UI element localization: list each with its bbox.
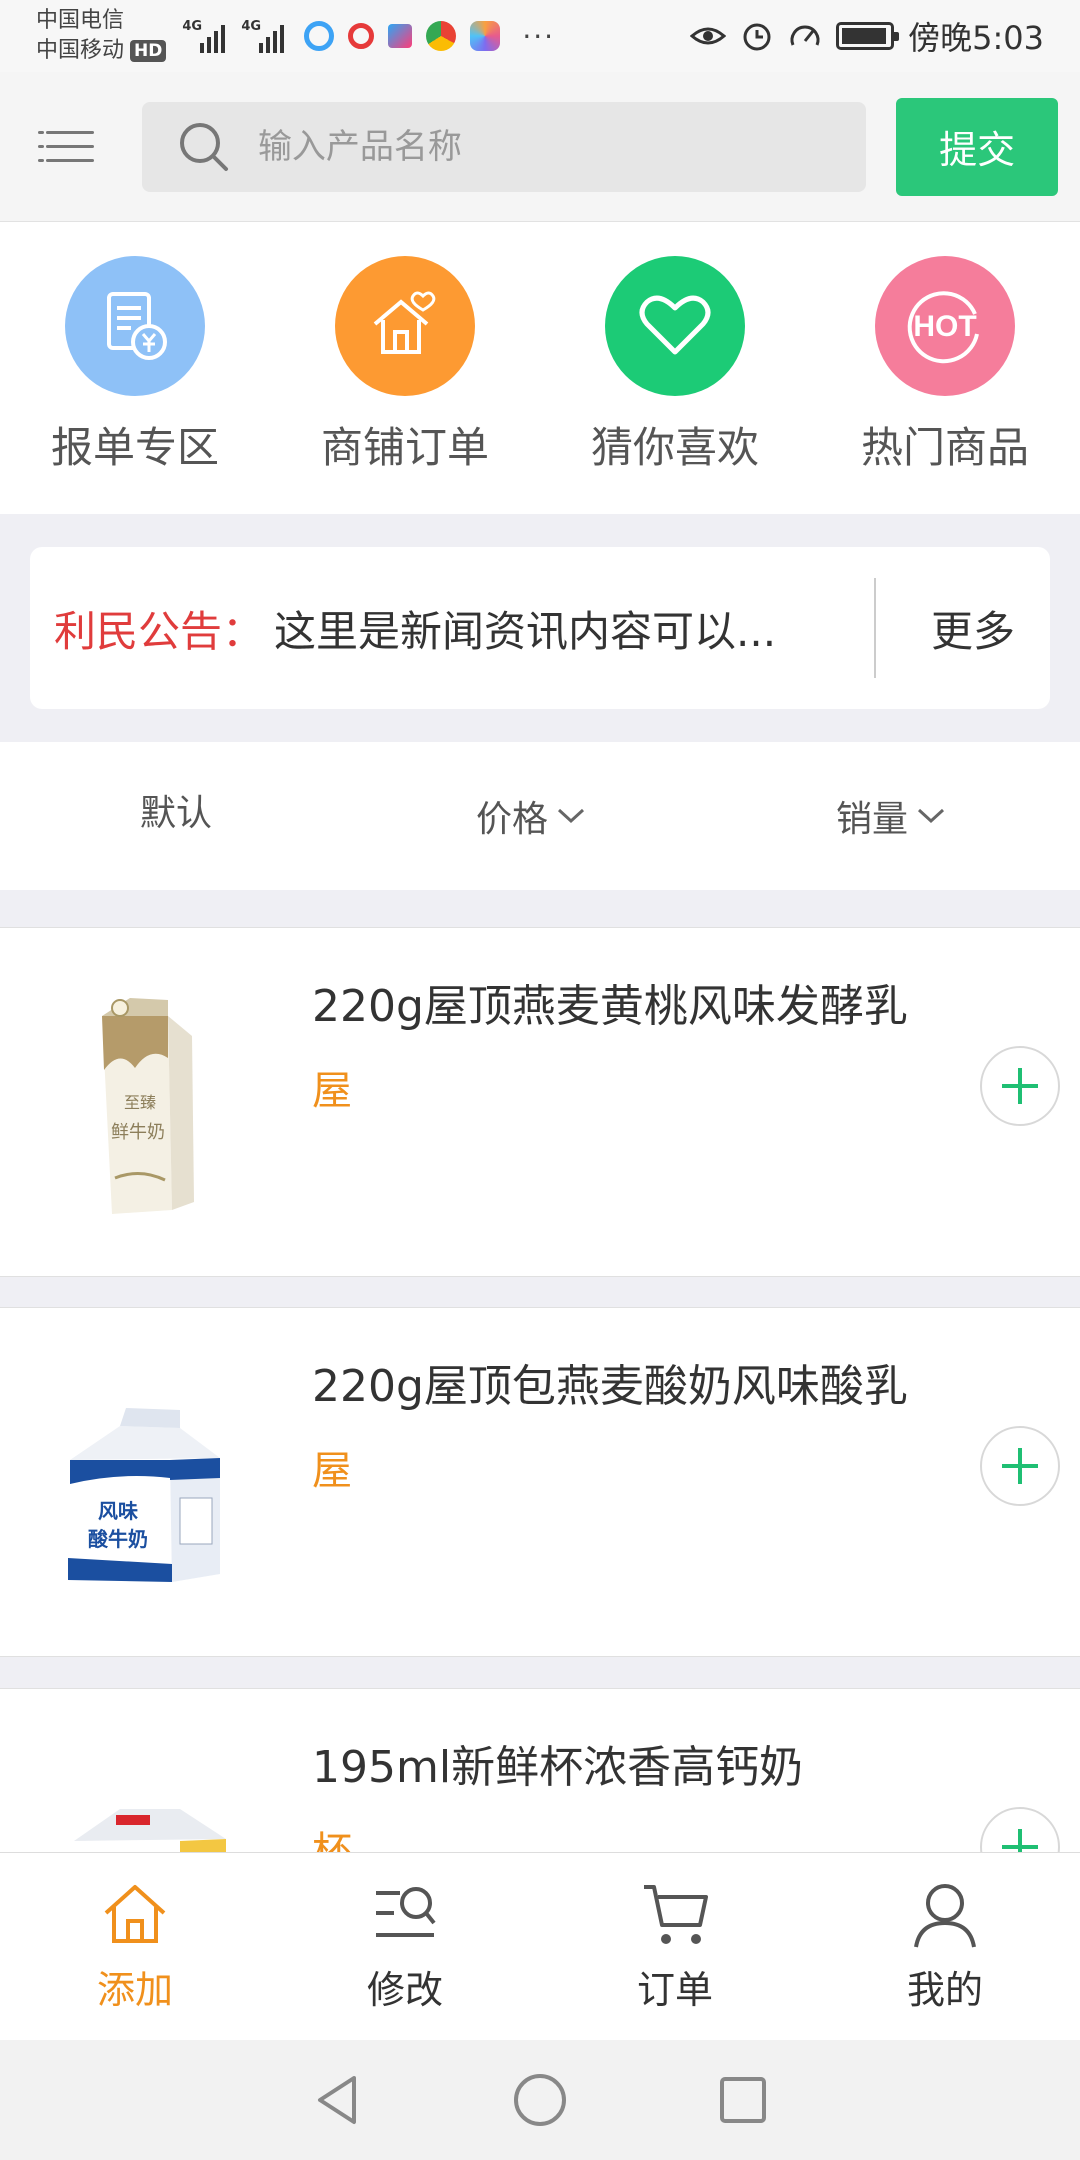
product-unit: 屋 bbox=[312, 1068, 352, 1114]
hot-icon: HOT bbox=[875, 256, 1015, 396]
status-bar: 中国电信 中国移动 HD 4G 4G ··· 傍晚5:03 bbox=[0, 0, 1080, 72]
weibo-icon bbox=[348, 23, 375, 49]
sort-default-label: 默认 bbox=[140, 793, 213, 834]
category-label: 商铺订单 bbox=[320, 423, 489, 472]
tab-mine[interactable]: 我的 bbox=[810, 1853, 1080, 2040]
tab-label: 我的 bbox=[906, 1968, 983, 2012]
chevron-down-icon bbox=[918, 808, 945, 824]
house-heart-icon bbox=[335, 256, 475, 396]
home-nav-icon[interactable] bbox=[512, 2072, 568, 2128]
recents-icon[interactable] bbox=[718, 2075, 768, 2125]
announcement-text[interactable]: 这里是新闻资讯内容可以... bbox=[274, 598, 834, 659]
hd-badge: HD bbox=[130, 40, 167, 62]
plus-icon bbox=[1002, 1068, 1038, 1104]
category-hot-products[interactable]: HOT 热门商品 bbox=[835, 256, 1055, 514]
svg-text:风味: 风味 bbox=[98, 1499, 138, 1523]
tab-label: 添加 bbox=[96, 1968, 173, 2012]
search-box[interactable] bbox=[141, 101, 867, 192]
announcement-bar[interactable]: 利民公告： 这里是新闻资讯内容可以... 更多 bbox=[30, 547, 1050, 709]
tab-orders[interactable]: 订单 bbox=[540, 1853, 810, 2040]
eye-icon bbox=[690, 27, 727, 45]
tab-edit[interactable]: 修改 bbox=[270, 1853, 540, 2040]
photos-icon bbox=[470, 21, 501, 51]
search-icon bbox=[179, 122, 228, 171]
cart-icon bbox=[644, 1885, 708, 1944]
product-name: 195ml新鲜杯浓香高钙奶 bbox=[312, 1742, 804, 1793]
tab-label: 修改 bbox=[366, 1968, 443, 2012]
category-shop-orders[interactable]: 商铺订单 bbox=[295, 256, 515, 514]
category-order-zone[interactable]: 报单专区 bbox=[25, 256, 245, 514]
sort-default[interactable]: 默认 bbox=[140, 784, 212, 836]
bottom-tab-bar: 添加 修改 订单 我的 bbox=[0, 1852, 1080, 2040]
more-link[interactable]: 更多 bbox=[931, 598, 1015, 659]
back-icon[interactable] bbox=[312, 2072, 362, 2128]
milk-carton-image: 至臻 鲜牛奶 bbox=[102, 998, 194, 1214]
svg-text:HOT: HOT bbox=[913, 310, 976, 343]
add-to-cart-button[interactable] bbox=[980, 1046, 1060, 1126]
sort-price-label: 价格 bbox=[476, 799, 549, 840]
submit-button[interactable]: 提交 bbox=[896, 97, 1058, 196]
signal-icon: 4G bbox=[182, 19, 226, 53]
clock: 傍晚5:03 bbox=[908, 19, 1044, 57]
alarm-icon bbox=[743, 23, 771, 51]
carrier-1: 中国电信 bbox=[36, 8, 125, 33]
announcement-tag: 利民公告： bbox=[54, 606, 265, 656]
top-header: 提交 bbox=[0, 72, 1080, 222]
carrier-info: 中国电信 中国移动 HD bbox=[36, 6, 167, 66]
category-guess-you-like[interactable]: 猜你喜欢 bbox=[565, 256, 785, 514]
heart-icon bbox=[605, 256, 745, 396]
yogurt-carton-image: 风味 酸牛奶 bbox=[68, 1408, 220, 1582]
svg-text:至臻: 至臻 bbox=[124, 1093, 156, 1112]
product-unit: 屋 bbox=[312, 1448, 352, 1494]
product-name: 220g屋顶包燕麦酸奶风味酸乳 bbox=[312, 1361, 908, 1412]
add-to-cart-button[interactable] bbox=[980, 1426, 1060, 1506]
plus-icon bbox=[1002, 1448, 1038, 1484]
menu-icon[interactable] bbox=[38, 127, 94, 167]
search-input[interactable] bbox=[257, 126, 818, 167]
youku-icon bbox=[388, 24, 413, 48]
document-yen-icon bbox=[65, 256, 205, 396]
carrier-2: 中国移动 bbox=[36, 38, 125, 63]
product-item[interactable]: 至臻 鲜牛奶 220g屋顶燕麦黄桃风味发酵乳 屋 bbox=[0, 927, 1080, 1277]
edit-search-icon bbox=[376, 1887, 436, 1937]
chevron-down-icon bbox=[558, 808, 585, 824]
category-label: 报单专区 bbox=[50, 423, 219, 472]
battery-icon bbox=[836, 22, 900, 50]
more-notifications-icon: ··· bbox=[522, 19, 556, 53]
system-nav-bar bbox=[0, 2040, 1080, 2160]
browser-icon bbox=[304, 21, 335, 51]
tab-add[interactable]: 添加 bbox=[0, 1853, 270, 2040]
svg-text:酸牛奶: 酸牛奶 bbox=[88, 1527, 148, 1551]
home-icon bbox=[104, 1885, 166, 1943]
signal-icon: 4G bbox=[241, 19, 285, 53]
sort-sales-label: 销量 bbox=[836, 799, 909, 840]
category-shortcuts: 报单专区 商铺订单 猜你喜欢 HOT 热门商品 bbox=[0, 222, 1080, 514]
user-icon bbox=[914, 1884, 976, 1948]
notification-icons bbox=[304, 21, 501, 51]
svg-text:鲜牛奶: 鲜牛奶 bbox=[111, 1122, 165, 1143]
category-label: 热门商品 bbox=[860, 423, 1029, 472]
tab-label: 订单 bbox=[636, 1968, 713, 2012]
speed-icon bbox=[790, 25, 820, 46]
chrome-icon bbox=[426, 21, 457, 51]
sort-price[interactable]: 价格 bbox=[476, 790, 586, 842]
product-name: 220g屋顶燕麦黄桃风味发酵乳 bbox=[312, 981, 908, 1032]
category-label: 猜你喜欢 bbox=[590, 423, 759, 472]
product-item[interactable]: 风味 酸牛奶 220g屋顶包燕麦酸奶风味酸乳 屋 bbox=[0, 1307, 1080, 1657]
sort-sales[interactable]: 销量 bbox=[836, 790, 946, 842]
sort-bar: 默认 价格 销量 bbox=[0, 742, 1080, 890]
divider bbox=[874, 578, 877, 678]
